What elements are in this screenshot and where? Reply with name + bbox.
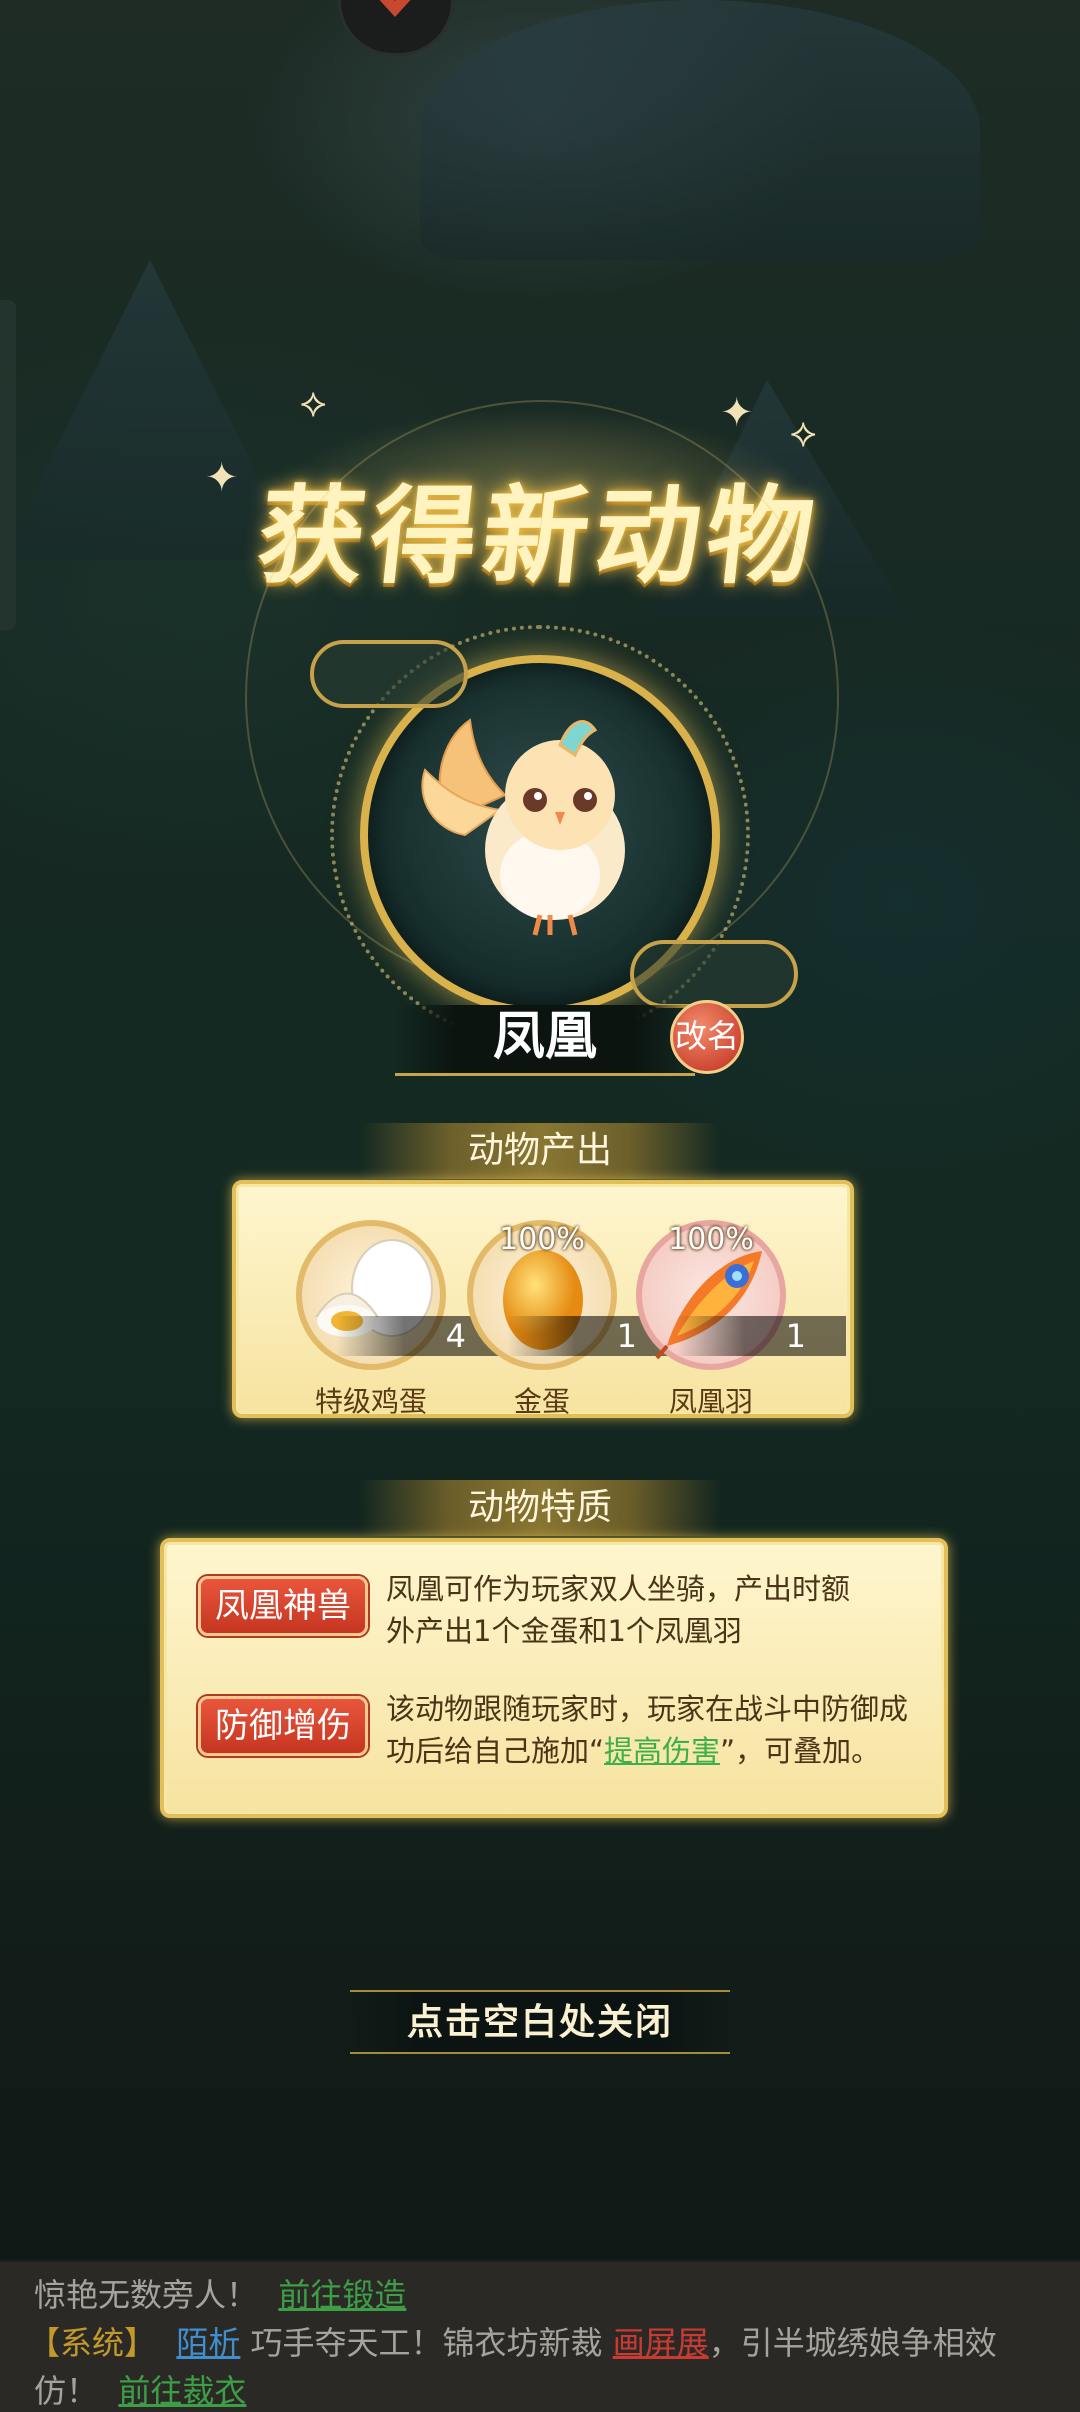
rename-button[interactable]: 改名 [670,1000,744,1074]
emblem-icon [379,0,411,17]
item-percent: 100% [499,1222,585,1257]
swallow-icon: ✦ [205,455,239,501]
chat-message: 惊艳无数旁人！ 前往锻造 [34,2276,407,2314]
phoenix-portrait-icon [421,718,625,936]
close-hint[interactable]: 点击空白处关闭 [350,1990,730,2054]
player-name-link[interactable]: 陌析 [176,2324,240,2362]
tailor-link[interactable]: 前往裁衣 [118,2372,246,2410]
trait-tag: 防御增伤 [198,1696,368,1756]
cloud-ornament-icon [310,640,468,708]
item-quantity: 4 [445,1317,466,1355]
side-drawer-handle[interactable] [0,300,16,630]
chat-panel[interactable]: 惊艳无数旁人！ 前往锻造 【系统】 陌析 巧手夺天工！锦衣坊新裁 画屏展，引半城… [0,2262,1080,2412]
animal-name: 凤凰 [492,1007,597,1067]
swallow-icon: ⟡ [790,410,817,456]
item-quantity: 1 [785,1317,806,1355]
buff-link[interactable]: 提高伤害 [604,1734,720,1768]
produce-header: 动物产出 [360,1123,720,1179]
item-link[interactable]: 画屏展 [613,2324,709,2362]
trait-description: 该动物跟随玩家时，玩家在战斗中防御成 功后给自己施加“提高伤害”，可叠加。 [386,1692,909,1768]
cloud-ornament-icon [630,940,798,1008]
traits-panel: 凤凰神兽 凤凰可作为玩家双人坐骑，产出时额 外产出1个金蛋和1个凤凰羽 防御增伤… [160,1538,948,1818]
item-quantity: 1 [616,1317,637,1355]
forge-link[interactable]: 前往锻造 [278,2276,406,2314]
chat-message: 仿！ 前往裁衣 [34,2372,247,2410]
trait-tag: 凤凰神兽 [198,1576,368,1636]
item-percent: 100% [668,1222,754,1257]
traits-header: 动物特质 [360,1480,720,1536]
system-tag: 【系统】 [28,2324,157,2362]
produce-panel: 4 特级鸡蛋 100% 1 金蛋 100% 1 凤凰羽 [232,1180,854,1418]
swallow-icon: ⟡ [300,380,327,426]
swallow-icon: ✦ [720,390,754,436]
item-name: 凤凰羽 [668,1385,753,1418]
trait-description: 凤凰可作为玩家双人坐骑，产出时额 外产出1个金蛋和1个凤凰羽 [386,1572,851,1648]
chat-message: 【系统】 陌析 巧手夺天工！锦衣坊新裁 画屏展，引半城绣娘争相效 [28,2324,997,2362]
